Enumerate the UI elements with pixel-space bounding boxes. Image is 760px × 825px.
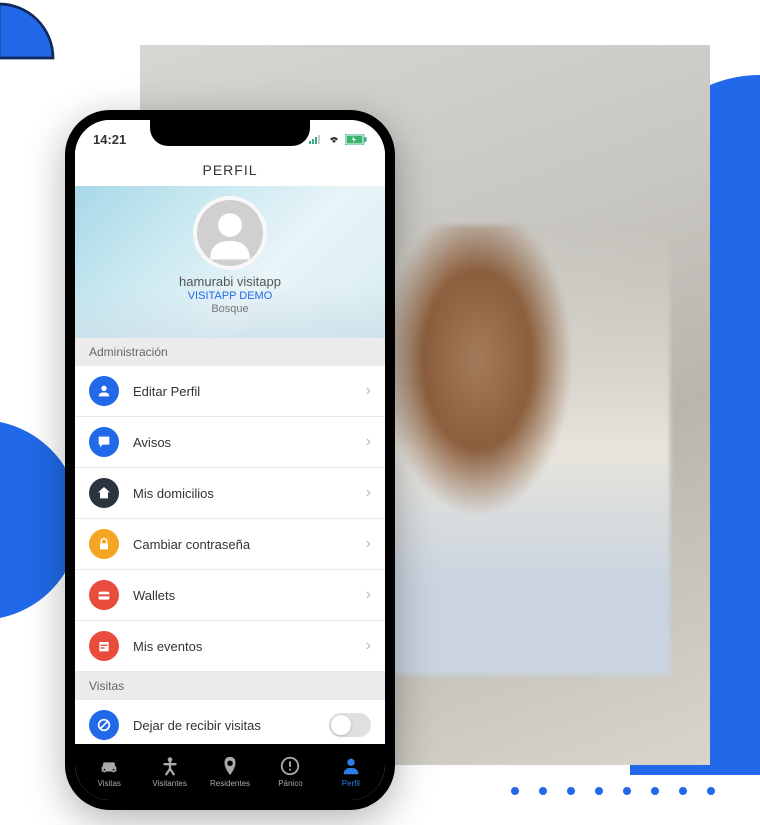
signal-icon <box>309 134 323 144</box>
profile-icon <box>340 755 362 777</box>
menu-wallets[interactable]: Wallets › <box>75 570 385 621</box>
chevron-right-icon: › <box>366 433 371 451</box>
tab-profile[interactable]: Perfil <box>321 755 381 788</box>
battery-icon <box>345 134 367 145</box>
status-time: 14:21 <box>93 132 126 147</box>
phone-screen: 14:21 PERFIL hamurabi visitapp VISITAPP … <box>75 120 385 800</box>
tab-visitors[interactable]: Visitantes <box>139 755 199 788</box>
phone-notch <box>150 120 310 146</box>
message-icon <box>89 427 119 457</box>
section-header-admin: Administración <box>75 338 385 366</box>
decorative-arc <box>0 0 80 85</box>
menu-label: Mis domicilios <box>133 486 352 501</box>
calendar-icon <box>89 631 119 661</box>
block-icon <box>89 710 119 740</box>
menu-label: Dejar de recibir visitas <box>133 718 315 733</box>
lock-icon <box>89 529 119 559</box>
menu-label: Cambiar contraseña <box>133 537 352 552</box>
tab-residents[interactable]: Residentes <box>200 755 260 788</box>
tab-label: Pánico <box>278 779 302 788</box>
tab-panic[interactable]: Pánico <box>260 755 320 788</box>
menu-events[interactable]: Mis eventos › <box>75 621 385 672</box>
menu-notices[interactable]: Avisos › <box>75 417 385 468</box>
person-icon <box>89 376 119 406</box>
profile-header: hamurabi visitapp VISITAPP DEMO Bosque <box>75 186 385 338</box>
profile-location: Bosque <box>75 303 385 315</box>
menu-change-password[interactable]: Cambiar contraseña › <box>75 519 385 570</box>
chevron-right-icon: › <box>366 586 371 604</box>
person-arms-icon <box>159 755 181 777</box>
avatar[interactable] <box>193 196 267 270</box>
profile-name: hamurabi visitapp <box>75 274 385 289</box>
menu-label: Avisos <box>133 435 352 450</box>
alert-icon <box>279 755 301 777</box>
chevron-right-icon: › <box>366 382 371 400</box>
chevron-right-icon: › <box>366 484 371 502</box>
menu-label: Editar Perfil <box>133 384 352 399</box>
decorative-dots <box>511 787 715 795</box>
status-indicators <box>309 134 367 145</box>
profile-demo-link[interactable]: VISITAPP DEMO <box>75 290 385 302</box>
phone-frame: 14:21 PERFIL hamurabi visitapp VISITAPP … <box>65 110 395 810</box>
menu-edit-profile[interactable]: Editar Perfil › <box>75 366 385 417</box>
chevron-right-icon: › <box>366 637 371 655</box>
tab-label: Visitantes <box>152 779 187 788</box>
wallet-icon <box>89 580 119 610</box>
tab-label: Perfil <box>342 779 360 788</box>
menu-addresses[interactable]: Mis domicilios › <box>75 468 385 519</box>
home-icon <box>89 478 119 508</box>
tab-bar: Visitas Visitantes Residentes Pánico Per… <box>75 744 385 800</box>
tab-label: Residentes <box>210 779 250 788</box>
section-header-visits: Visitas <box>75 672 385 700</box>
menu-admin: Editar Perfil › Avisos › Mis domicilios … <box>75 366 385 672</box>
toggle-stop-visits[interactable] <box>329 713 371 737</box>
menu-label: Mis eventos <box>133 639 352 654</box>
car-icon <box>98 755 120 777</box>
tab-visits[interactable]: Visitas <box>79 755 139 788</box>
tab-label: Visitas <box>97 779 120 788</box>
page-title: PERFIL <box>75 152 385 186</box>
chevron-right-icon: › <box>366 535 371 553</box>
menu-label: Wallets <box>133 588 352 603</box>
wifi-icon <box>327 134 341 144</box>
pin-icon <box>219 755 241 777</box>
